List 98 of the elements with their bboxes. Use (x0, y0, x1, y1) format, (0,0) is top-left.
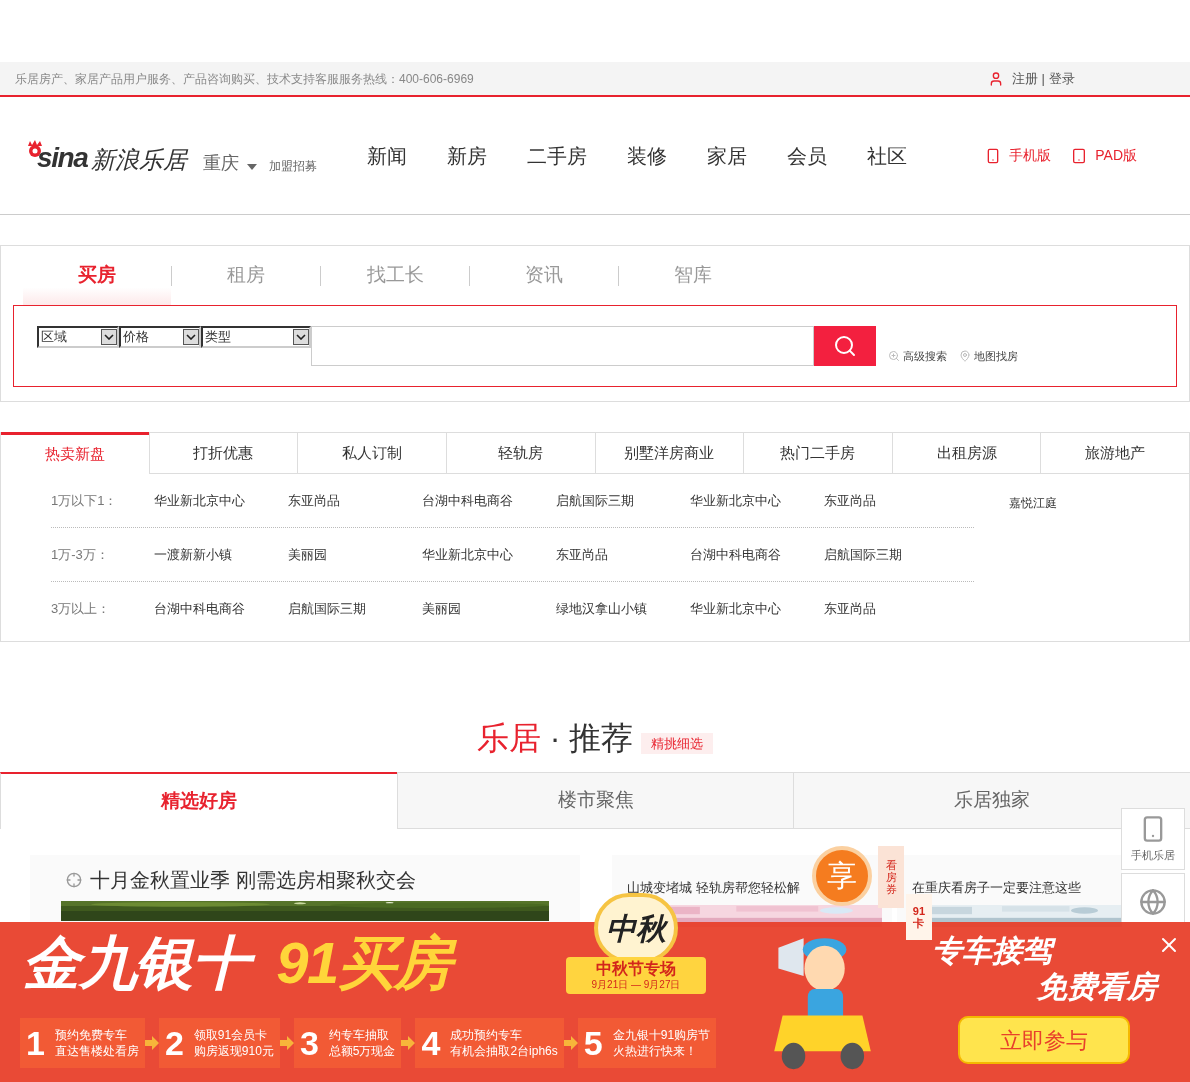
chevron-down-icon (296, 334, 306, 340)
step-text: 火热进行快来！ (612, 1043, 698, 1059)
ticket: 91卡 (906, 894, 932, 940)
nav-link[interactable]: 装修 (627, 140, 668, 171)
device-link[interactable]: 手机版 (985, 145, 1052, 166)
nav-link[interactable]: 二手房 (527, 140, 588, 171)
step-text: 金九银十91购房节 (612, 1027, 711, 1043)
device-link[interactable]: PAD版 (1071, 145, 1137, 166)
separator-text: | (1041, 69, 1045, 88)
property-link[interactable]: 华业新北京中心 (422, 544, 556, 565)
step-text: 总额5万现金 (328, 1043, 396, 1059)
map-search-link[interactable]: 地图找房 (959, 348, 1018, 365)
property-link[interactable]: 东亚尚品 (288, 490, 422, 511)
login-link[interactable]: 登录 (1049, 68, 1075, 89)
price-range-label: 3万以上： (51, 600, 112, 619)
property-link[interactable]: 绿地汉拿山小镇 (556, 599, 690, 619)
property-link[interactable]: 台湖中科电商谷 (690, 544, 824, 565)
arrow-icon (401, 1036, 416, 1050)
listing-tab[interactable]: 别墅洋房商业 (594, 432, 744, 474)
globe-icon (1139, 888, 1167, 916)
dropdown[interactable]: 价格 (119, 326, 201, 348)
article-title[interactable]: 在重庆看房子一定要注意这些 (912, 880, 1081, 895)
search-input[interactable] (311, 326, 814, 366)
arrow-icon (144, 1036, 159, 1050)
step-number: 1 (26, 1026, 45, 1060)
price-range-label: 1万以下1： (51, 491, 119, 510)
arrow-icon (279, 1036, 294, 1050)
join-link[interactable]: 加盟招募 (269, 159, 318, 172)
chevron-down-icon (186, 334, 196, 340)
property-link[interactable]: 台湖中科电商谷 (422, 490, 556, 511)
step-text: 购房返现910元 (193, 1043, 274, 1059)
property-link[interactable]: 美丽园 (422, 599, 556, 619)
brand-name: 新浪乐居 (91, 147, 188, 172)
recommend-tab[interactable]: 楼市聚焦 (396, 772, 794, 829)
property-link[interactable]: 华业新北京中心 (154, 490, 288, 511)
search-button[interactable] (814, 326, 876, 366)
listing-tab[interactable]: 打折优惠 (148, 432, 298, 474)
logo-mark: sina (37, 143, 88, 172)
nav-link[interactable]: 社区 (867, 140, 908, 171)
caret-icon (247, 163, 258, 170)
article-title[interactable]: 山城变堵城 轻轨房帮您轻松解 (627, 880, 800, 895)
step-text: 预约免费专车 (54, 1027, 128, 1043)
property-link[interactable]: 启航国际三期 (288, 599, 422, 619)
dropdown[interactable]: 区域 (37, 326, 119, 348)
property-link[interactable]: 美丽园 (288, 544, 422, 565)
property-link[interactable]: 东亚尚品 (824, 599, 958, 619)
step-number: 5 (583, 1026, 603, 1060)
register-link[interactable]: 注册 (1011, 68, 1038, 89)
ticket: 看房券 (878, 846, 904, 908)
arrow-icon (563, 1036, 578, 1050)
property-link[interactable]: 华业新北京中心 (690, 599, 824, 619)
property-link[interactable]: 华业新北京中心 (690, 490, 824, 511)
step-text: 直达售楼处看房 (54, 1043, 139, 1059)
nav-link[interactable]: 家居 (707, 140, 748, 171)
festival-title: 中秋节专场 (596, 959, 676, 979)
step-text: 有机会抽取2台iph6s (450, 1043, 558, 1059)
property-link[interactable]: 东亚尚品 (824, 490, 958, 511)
tablet-icon (1071, 147, 1088, 164)
listing-tab[interactable]: 出租房源 (891, 432, 1041, 474)
target-icon (66, 872, 82, 888)
property-link[interactable]: 台湖中科电商谷 (154, 599, 288, 619)
recommend-tab[interactable]: 精选好房 (0, 772, 397, 829)
listing-tab[interactable]: 旅游地产 (1040, 432, 1189, 474)
listing-tab[interactable]: 热门二手房 (743, 432, 892, 474)
city-selector[interactable]: 重庆 (203, 153, 258, 172)
section-tag: 精挑细选 (641, 732, 714, 754)
chevron-down-icon (104, 334, 114, 340)
price-range-label: 1万-3万： (51, 545, 110, 564)
step-number: 3 (299, 1026, 319, 1060)
nav-link[interactable]: 新房 (447, 140, 488, 171)
property-link[interactable]: 东亚尚品 (556, 544, 690, 565)
festival-dates: 9月21日 — 9月27日 (591, 979, 681, 992)
step-text: 成功预约专车 (450, 1027, 524, 1043)
step-text: 约专车抽取 (328, 1027, 390, 1043)
zoom-in-icon (888, 350, 900, 363)
step-text: 领取91会员卡 (193, 1027, 269, 1043)
banner-headline: 91买房 (276, 930, 459, 997)
mobile-app-button[interactable]: 手机乐居 (1121, 808, 1185, 870)
nav-link[interactable]: 会员 (787, 140, 828, 171)
listing-tab[interactable]: 私人订制 (297, 432, 446, 474)
section-title: 乐居 · 推荐 (476, 722, 634, 754)
advanced-search-link[interactable]: 高级搜索 (888, 348, 947, 365)
nav-link[interactable]: 新闻 (367, 140, 408, 171)
step-number: 4 (421, 1026, 441, 1060)
hotline-text: 乐居房产、家居产品用户服务、产品咨询购买、技术支持客服服务热线：400-606-6969 (15, 70, 474, 88)
property-link[interactable]: 一渡新新小镇 (154, 544, 288, 565)
property-link[interactable]: 嘉悦江庭 (1009, 494, 1057, 512)
listing-tab[interactable]: 轻轨房 (445, 432, 595, 474)
search-icon (833, 334, 857, 358)
step-number: 2 (164, 1026, 184, 1060)
recommend-tab[interactable]: 乐居独家 (793, 772, 1190, 829)
property-link[interactable]: 启航国际三期 (556, 490, 690, 511)
banner-headline: 金九银十 (22, 930, 257, 997)
article-title[interactable]: 十月金秋置业季 刚需选房相聚秋交会 (90, 865, 416, 895)
property-link[interactable]: 启航国际三期 (824, 544, 958, 565)
map-pin-icon (959, 350, 971, 363)
dropdown[interactable]: 类型 (201, 326, 311, 348)
map-button[interactable] (1121, 873, 1185, 922)
